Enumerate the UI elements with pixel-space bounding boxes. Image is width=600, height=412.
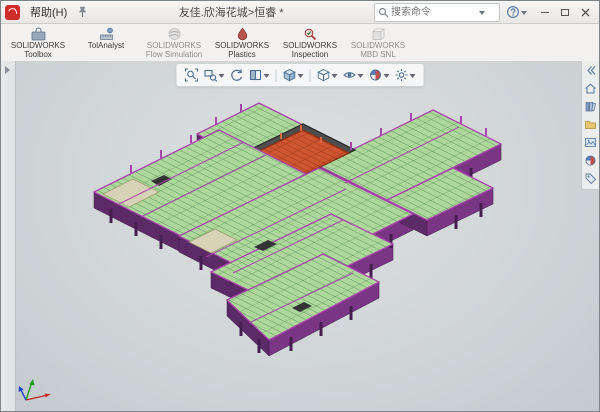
- model-3d[interactable]: [1, 61, 599, 411]
- folder-icon: [584, 118, 597, 131]
- x-axis: [26, 394, 51, 400]
- minimize-icon: [541, 12, 549, 13]
- chevron-down-icon: [358, 74, 364, 81]
- view-orientation-icon: [283, 68, 297, 82]
- tag-icon: [584, 172, 597, 185]
- chevron-left-icon: [584, 64, 597, 77]
- section-view-icon: [249, 68, 263, 82]
- menu-help[interactable]: 帮助(H): [24, 2, 73, 22]
- appearance-ball-icon: [584, 154, 597, 167]
- display-style-button[interactable]: [316, 68, 339, 82]
- chevron-down-icon: [298, 74, 304, 81]
- zoom-to-fit-icon: [185, 68, 199, 82]
- reference-triad: [17, 373, 59, 407]
- chevron-down-icon: [264, 74, 270, 81]
- solidworks-logo[interactable]: [5, 5, 20, 20]
- zoom-to-fit-button[interactable]: [184, 68, 200, 82]
- task-pane-tab-view-palette[interactable]: [584, 136, 597, 149]
- z-axis: [19, 386, 27, 400]
- graphics-area[interactable]: [1, 61, 599, 411]
- ribbon-button-label: SOLIDWORKS Toolbox: [6, 42, 70, 59]
- picture-icon: [584, 136, 597, 149]
- section-view-button[interactable]: [248, 68, 271, 82]
- toolbar-divider: [276, 69, 277, 82]
- appearance-ball-icon: [369, 68, 383, 82]
- flow-simulation-icon: [167, 27, 182, 41]
- ribbon-button-label: SOLIDWORKS Flow Simulation: [142, 42, 206, 59]
- task-pane-tab-custom-properties[interactable]: [584, 172, 597, 185]
- ribbon-button-label: SOLIDWORKS MBD SNL: [346, 42, 410, 59]
- hide-show-items-button[interactable]: [342, 68, 365, 82]
- ribbon-button-flow-simulation[interactable]: SOLIDWORKS Flow Simulation: [141, 25, 207, 61]
- view-settings-button[interactable]: [394, 68, 417, 82]
- edit-appearance-button[interactable]: [368, 68, 391, 82]
- chevron-down-icon[interactable]: [479, 11, 485, 18]
- toolbox-icon: [31, 27, 46, 41]
- task-pane-strip: [581, 61, 599, 190]
- ribbon-button-label: TolAnalyst: [88, 42, 124, 51]
- ribbon-button-tolanalyst[interactable]: TolAnalyst: [73, 25, 139, 61]
- mbd-icon: [371, 27, 386, 41]
- previous-view-button[interactable]: [229, 68, 245, 82]
- ribbon-toolbar: SOLIDWORKS Toolbox TolAnalyst SOLIDWORKS…: [1, 24, 599, 62]
- pin-icon[interactable]: [77, 6, 88, 18]
- task-pane-tab-resources[interactable]: [584, 82, 597, 95]
- chevron-down-icon: [384, 74, 390, 81]
- minimize-button[interactable]: [535, 4, 555, 21]
- ribbon-button-plastics[interactable]: SOLIDWORKS Plastics: [209, 25, 275, 61]
- search-input[interactable]: [389, 6, 479, 19]
- close-button[interactable]: [575, 4, 595, 21]
- chevron-down-icon: [410, 74, 416, 81]
- expand-feature-manager-icon: [5, 66, 14, 74]
- ribbon-button-mbd[interactable]: SOLIDWORKS MBD SNL: [345, 25, 411, 61]
- previous-view-icon: [230, 68, 244, 82]
- ribbon-button-label: SOLIDWORKS Plastics: [210, 42, 274, 59]
- toolbar-divider: [310, 69, 311, 82]
- search-box: [374, 3, 500, 22]
- display-style-icon: [317, 68, 331, 82]
- tolanalyst-icon: [99, 27, 114, 41]
- home-icon: [584, 82, 597, 95]
- heads-up-view-toolbar: [176, 63, 425, 87]
- ribbon-button-toolbox[interactable]: SOLIDWORKS Toolbox: [5, 25, 71, 61]
- ribbon-button-inspection[interactable]: SOLIDWORKS Inspection: [277, 25, 343, 61]
- books-icon: [584, 100, 597, 113]
- expand-task-pane-button[interactable]: [584, 64, 597, 77]
- task-pane-tab-design-library[interactable]: [584, 100, 597, 113]
- maximize-button[interactable]: [555, 4, 575, 21]
- view-orientation-button[interactable]: [282, 68, 305, 82]
- task-pane-tab-appearances[interactable]: [584, 154, 597, 167]
- plastics-icon: [235, 27, 250, 41]
- help-icon: [506, 5, 520, 19]
- chevron-down-icon: [219, 74, 225, 81]
- close-icon: [581, 8, 590, 17]
- chevron-down-icon: [332, 74, 338, 81]
- help-button[interactable]: [504, 5, 529, 19]
- inspection-icon: [303, 27, 318, 41]
- title-bar: 帮助(H) 友佳.欣海花城>恒睿 *: [1, 1, 599, 24]
- search-icon: [378, 7, 389, 18]
- view-settings-icon: [395, 68, 409, 82]
- chevron-down-icon: [521, 11, 527, 18]
- solidworks-window: 帮助(H) 友佳.欣海花城>恒睿 * SOLIDWORKS Toolbox: [0, 0, 600, 412]
- window-controls: [535, 4, 595, 21]
- task-pane-tab-file-explorer[interactable]: [584, 118, 597, 131]
- feature-manager-collapsed-panel[interactable]: [1, 61, 16, 411]
- eye-icon: [343, 68, 357, 82]
- ribbon-button-label: SOLIDWORKS Inspection: [278, 42, 342, 59]
- y-axis: [26, 379, 35, 400]
- zoom-to-area-button[interactable]: [203, 68, 226, 82]
- zoom-to-area-icon: [204, 68, 218, 82]
- maximize-icon: [561, 9, 569, 16]
- window-title: 友佳.欣海花城>恒睿 *: [92, 4, 370, 20]
